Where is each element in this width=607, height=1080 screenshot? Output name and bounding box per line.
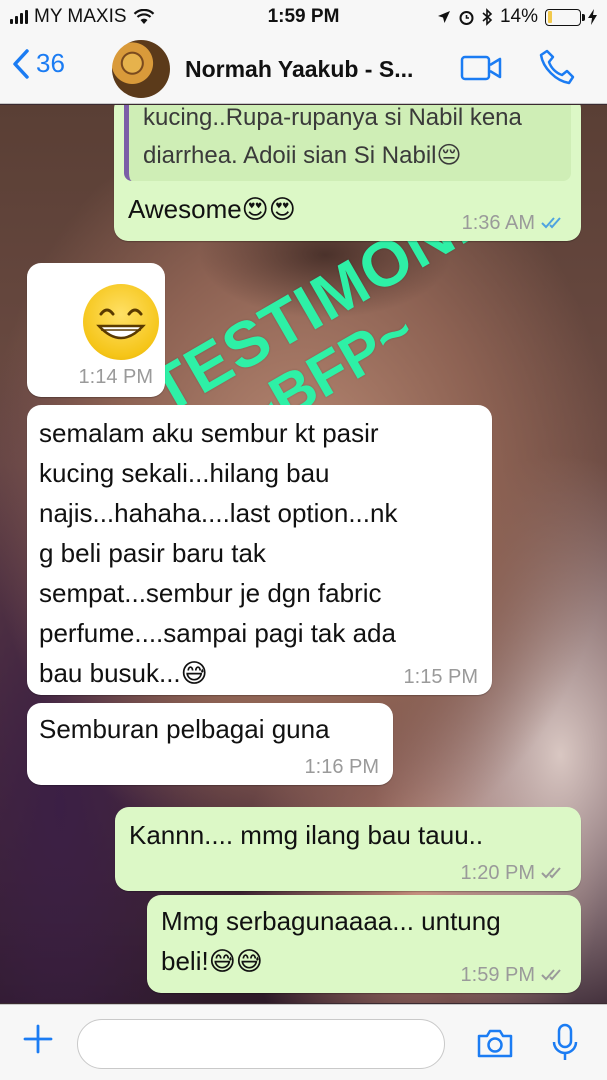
message-meta: 1:20 PM xyxy=(461,863,567,883)
bluetooth-icon xyxy=(482,8,493,26)
microphone-icon xyxy=(552,1023,578,1060)
message-meta: 1:16 PM xyxy=(305,757,379,777)
message-time: 1:16 PM xyxy=(304,756,379,778)
message-line: sempat...sembur je dgn fabric xyxy=(39,578,382,608)
message-line: perfume....sampai pagi tak ada xyxy=(39,618,396,648)
message-line: semalam aku sembur kt pasir xyxy=(39,418,379,448)
message-bubble-incoming[interactable]: Semburan pelbagai guna 1:16 PM xyxy=(27,703,393,785)
message-bubble-incoming[interactable]: semalam aku sembur kt pasir kucing sekal… xyxy=(27,405,492,695)
message-line: Mmg serbagunaaaa... untung xyxy=(161,906,501,936)
phone-icon xyxy=(539,49,575,85)
alarm-icon xyxy=(459,10,474,25)
message-line: kucing sekali...hilang bau xyxy=(39,458,330,488)
voice-call-button[interactable] xyxy=(538,48,576,91)
status-bar: MY MAXIS 1:59 PM 14% xyxy=(0,0,607,34)
battery-percent: 14% xyxy=(499,6,538,27)
quoted-line-2: diarrhea. Adoii sian Si Nabil😔 xyxy=(143,142,462,169)
message-time: 1:59 PM xyxy=(460,964,535,986)
message-bubble-outgoing[interactable]: kucing..Rupa-rupanya si Nabil kena diarr… xyxy=(114,105,581,241)
chevron-left-icon xyxy=(13,48,29,79)
message-bubble-incoming[interactable]: 1:14 PM xyxy=(27,263,165,397)
camera-icon xyxy=(477,1029,513,1058)
message-line: g beli pasir baru tak xyxy=(39,538,266,568)
back-count: 36 xyxy=(36,48,65,78)
camera-button[interactable] xyxy=(476,1027,514,1064)
video-call-button[interactable] xyxy=(460,54,502,87)
message-meta: 1:36 AM xyxy=(462,213,567,233)
message-meta: 1:15 PM xyxy=(404,667,478,687)
message-text: Awesome😍😍 xyxy=(128,194,296,224)
delivered-ticks-icon xyxy=(541,866,567,880)
message-line: najis...hahaha....last option...nk xyxy=(39,498,398,528)
microphone-button[interactable] xyxy=(550,1022,580,1069)
message-bubble-outgoing[interactable]: Mmg serbagunaaaa... untung beli!😅😅 1:59 … xyxy=(147,895,581,993)
plus-icon xyxy=(23,1024,53,1054)
grinning-face-icon xyxy=(83,284,159,360)
charging-bolt-icon xyxy=(588,9,597,25)
chat-header: 36 Normah Yaakub - S... xyxy=(0,34,607,104)
location-arrow-icon xyxy=(437,11,450,23)
message-meta: 1:59 PM xyxy=(461,965,567,985)
message-time: 1:36 AM xyxy=(461,212,535,234)
message-text: Kannn.... mmg ilang bau tauu.. xyxy=(129,820,484,850)
contact-avatar[interactable] xyxy=(112,40,170,98)
message-text: Semburan pelbagai guna xyxy=(39,714,330,744)
delivered-ticks-icon xyxy=(541,968,567,982)
read-ticks-icon xyxy=(541,216,567,230)
chat-area[interactable]: TESTIMONI ~BFP~ kucing..Rupa-rupanya si … xyxy=(0,105,607,1003)
composer-bar xyxy=(0,1004,607,1080)
contact-name[interactable]: Normah Yaakub - S... xyxy=(185,56,413,83)
status-right: 14% xyxy=(437,6,597,28)
message-meta: 1:14 PM xyxy=(79,367,153,387)
battery-icon xyxy=(545,8,585,26)
message-time: 1:15 PM xyxy=(403,666,478,688)
message-input[interactable] xyxy=(77,1019,445,1069)
message-time: 1:20 PM xyxy=(460,862,535,884)
quoted-message[interactable]: kucing..Rupa-rupanya si Nabil kena diarr… xyxy=(124,105,571,181)
message-time: 1:14 PM xyxy=(78,366,153,388)
back-button[interactable]: 36 xyxy=(12,48,65,79)
battery-fill xyxy=(547,11,552,23)
video-camera-icon xyxy=(460,55,502,81)
message-bubble-outgoing[interactable]: Kannn.... mmg ilang bau tauu.. 1:20 PM xyxy=(115,807,581,891)
attach-button[interactable] xyxy=(22,1023,54,1060)
quoted-line-1: kucing..Rupa-rupanya si Nabil kena xyxy=(143,105,522,131)
